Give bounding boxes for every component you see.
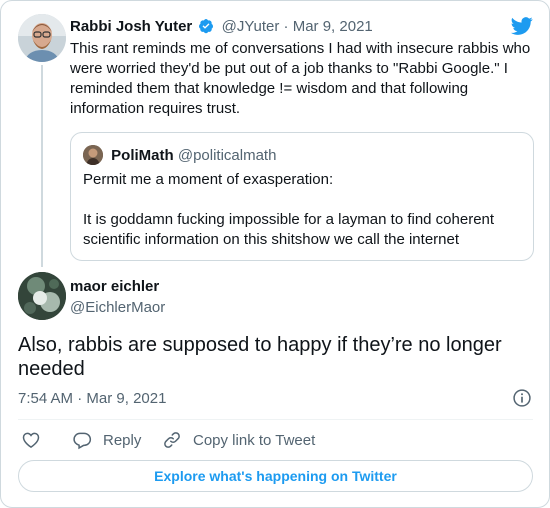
copy-link-label: Copy link to Tweet [193,431,316,449]
quoted-line-1: Permit me a moment of exasperation: [83,171,334,188]
parent-tweet-header: Rabbi Josh Yuter @JYuter · Mar 9, 2021 [70,17,373,37]
header-separator: · [283,18,289,35]
reply-button[interactable]: Reply [72,429,141,451]
avatar-maor-eichler[interactable] [18,272,66,320]
quoted-tweet[interactable]: PoliMath @politicalmath Permit me a mome… [70,132,534,261]
copy-link-button[interactable]: Copy link to Tweet [162,429,315,451]
tweet-timestamp[interactable]: 7:54 AM · Mar 9, 2021 [18,389,166,409]
reply-icon [73,432,92,450]
parent-tweet-date[interactable]: Mar 9, 2021 [293,18,373,35]
quoted-author-name: PoliMath [111,147,174,164]
reply-label: Reply [103,431,142,449]
heart-icon [22,432,40,448]
verified-badge-icon [199,19,214,34]
thread-connector-line [41,65,43,267]
info-icon[interactable] [512,388,532,408]
quoted-tweet-header: PoliMath @politicalmath [83,145,276,166]
quoted-line-2: It is goddamn fucking impossible for a l… [83,211,495,248]
author-handle[interactable]: @JYuter [222,18,280,35]
tweet-date: Mar 9, 2021 [86,390,167,407]
tweet-text: Also, rabbis are supposed to happy if th… [18,334,502,380]
author-name[interactable]: Rabbi Josh Yuter [70,18,192,35]
tweet-time: 7:54 AM [18,390,74,407]
link-icon [164,432,180,448]
timestamp-separator: · [77,390,83,407]
quoted-tweet-text: Permit me a moment of exasperation: It i… [83,170,523,270]
author-name[interactable]: maor eichler [70,277,159,297]
quoted-author-handle: @politicalmath [177,147,277,164]
twitter-logo-icon[interactable] [509,15,535,37]
avatar-polimath [83,145,103,165]
explore-twitter-button[interactable]: Explore what's happening on Twitter [18,460,533,492]
avatar-rabbi-josh-yuter[interactable] [18,14,66,62]
parent-tweet-text: This rant reminds me of conversations I … [70,40,531,117]
divider [18,419,533,420]
author-handle[interactable]: @EichlerMaor [70,298,165,318]
like-button[interactable] [21,429,52,451]
tweet-embed-card: Rabbi Josh Yuter @JYuter · Mar 9, 2021 T… [0,0,550,508]
